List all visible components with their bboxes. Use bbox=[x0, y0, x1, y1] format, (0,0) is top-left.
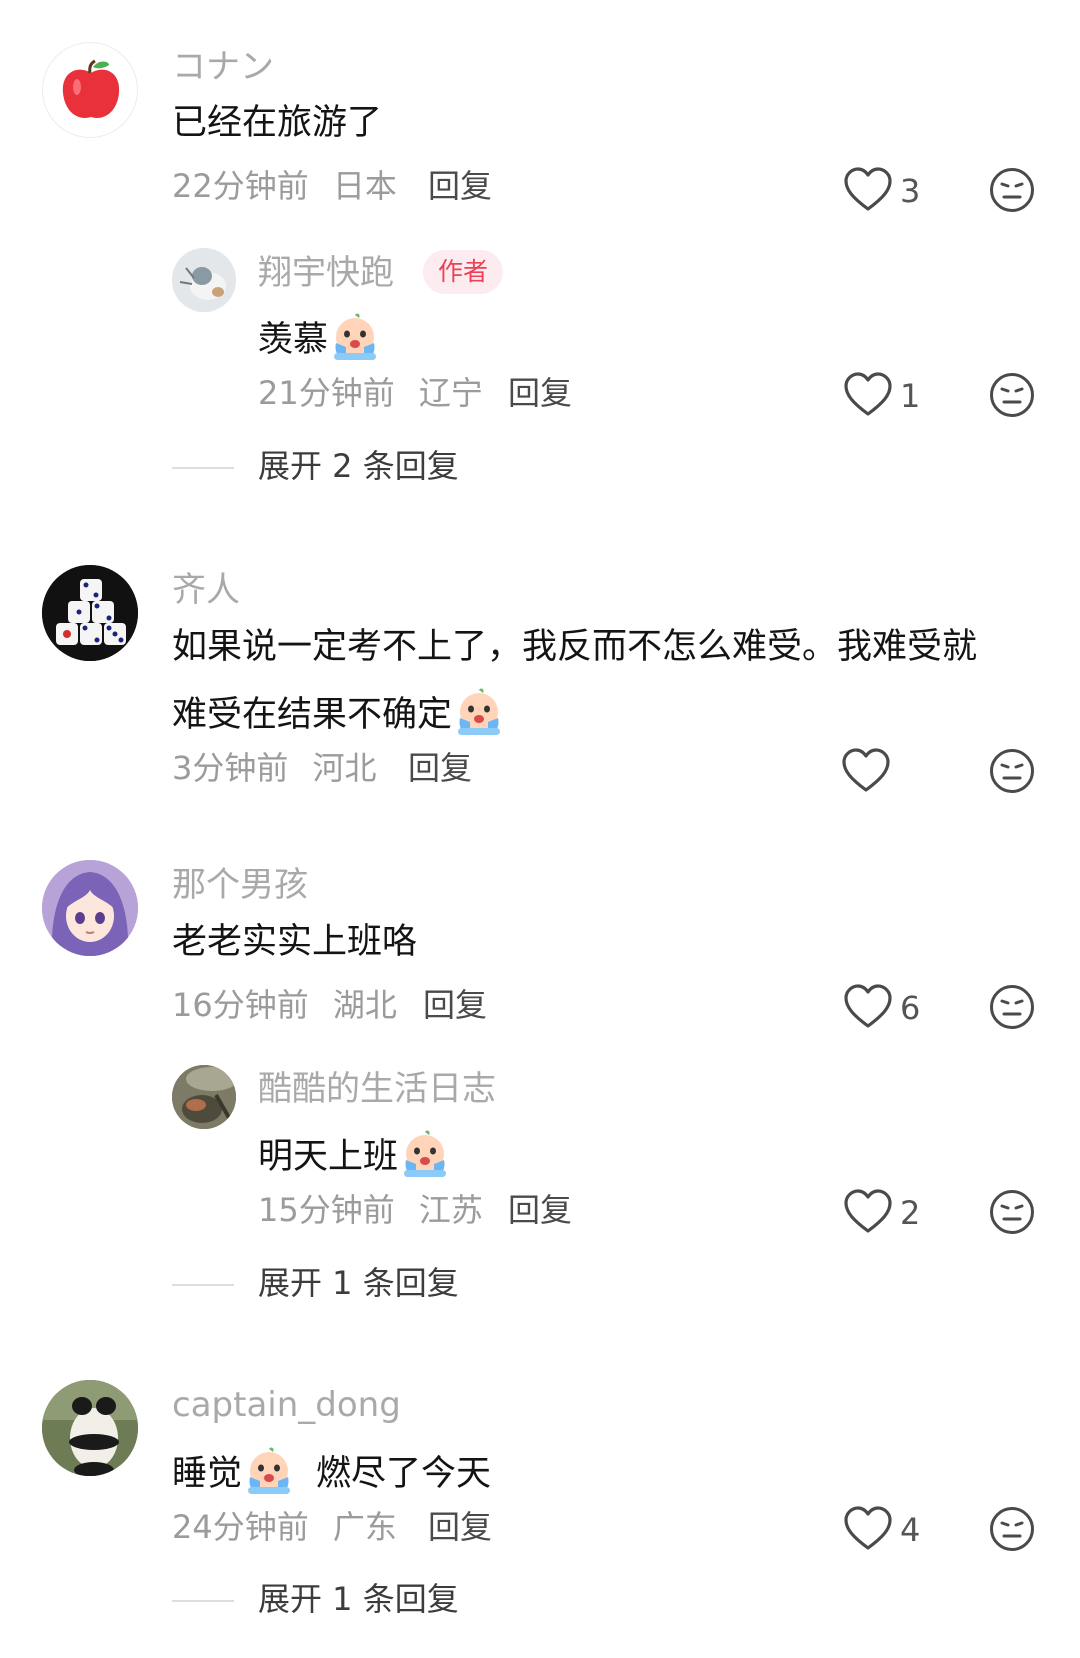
reply-text: 明天上班 bbox=[258, 1130, 450, 1178]
comment-username[interactable]: コナン bbox=[172, 50, 274, 84]
expand-replies-button[interactable]: 展开 1 条回复 bbox=[258, 1583, 459, 1615]
user-avatar[interactable] bbox=[42, 42, 138, 138]
comment-time: 22分钟前 bbox=[172, 167, 309, 205]
panda-avatar-icon bbox=[42, 1380, 138, 1476]
reply-button[interactable]: 回复 bbox=[428, 170, 492, 202]
author-tag: 作者 bbox=[423, 250, 504, 294]
comment-text: 已经在旅游了 bbox=[172, 103, 383, 143]
reply-time: 15分钟前 bbox=[258, 1191, 395, 1229]
comment-meta: 16分钟前 湖北 bbox=[172, 989, 397, 1021]
comment-text: 老老实实上班咯 bbox=[172, 922, 418, 962]
comment-text-line1: 如果说一定考不上了，我反而不怎么难受。我难受就 bbox=[172, 627, 978, 667]
like-count: 3 bbox=[900, 172, 921, 210]
neutral-face-icon[interactable] bbox=[989, 167, 1035, 213]
reply-meta: 15分钟前 江苏 bbox=[258, 1194, 483, 1226]
reply-time: 21分钟前 bbox=[258, 374, 395, 412]
comment-time: 3分钟前 bbox=[172, 749, 289, 787]
comment-meta: 3分钟前 河北 bbox=[172, 752, 377, 784]
reply-location: 辽宁 bbox=[418, 374, 483, 412]
neutral-face-icon[interactable] bbox=[989, 1189, 1035, 1235]
comment-location: 广东 bbox=[332, 1508, 397, 1546]
reply-avatar[interactable] bbox=[172, 248, 236, 312]
comment-location: 河北 bbox=[312, 749, 377, 787]
expand-divider bbox=[172, 1600, 234, 1602]
user-avatar[interactable] bbox=[42, 565, 138, 661]
comment-location: 湖北 bbox=[332, 986, 397, 1024]
reply-avatar[interactable] bbox=[172, 1065, 236, 1129]
comment-username[interactable]: 齐人 bbox=[172, 573, 240, 607]
heart-outline-icon[interactable] bbox=[843, 1189, 893, 1235]
comment-meta: 22分钟前 日本 bbox=[172, 170, 397, 202]
apple-avatar-icon bbox=[62, 59, 120, 118]
expand-replies-button[interactable]: 展开 1 条回复 bbox=[258, 1267, 459, 1299]
user-avatar[interactable] bbox=[42, 1380, 138, 1476]
comment-username[interactable]: 那个男孩 bbox=[172, 868, 308, 902]
heart-outline-icon[interactable] bbox=[843, 167, 893, 213]
like-count: 1 bbox=[900, 377, 921, 415]
comment-username[interactable]: captain_dong bbox=[172, 1388, 401, 1422]
reply-button[interactable]: 回复 bbox=[423, 989, 487, 1021]
neutral-face-icon[interactable] bbox=[989, 1506, 1035, 1552]
heart-outline-icon[interactable] bbox=[843, 1506, 893, 1552]
reply-location: 江苏 bbox=[418, 1191, 483, 1229]
comment-time: 16分钟前 bbox=[172, 986, 309, 1024]
comment-text-before: 睡觉 bbox=[172, 1454, 243, 1494]
like-count: 4 bbox=[900, 1511, 921, 1549]
comment-text: 睡觉 燃尽了今天 bbox=[172, 1447, 491, 1495]
like-count: 6 bbox=[900, 989, 921, 1027]
reply-text-content: 羡慕 bbox=[258, 320, 329, 360]
expand-divider bbox=[172, 1284, 234, 1286]
heart-outline-icon[interactable] bbox=[841, 748, 891, 794]
crying-face-emoji-icon bbox=[454, 688, 504, 736]
reply-button[interactable]: 回复 bbox=[408, 752, 472, 784]
expand-replies-button[interactable]: 展开 2 条回复 bbox=[258, 450, 459, 482]
dice-avatar-icon bbox=[42, 565, 138, 661]
neutral-face-icon[interactable] bbox=[989, 748, 1035, 794]
cat-avatar-icon bbox=[172, 248, 236, 312]
expand-divider bbox=[172, 467, 234, 469]
like-count: 2 bbox=[900, 1194, 921, 1232]
comment-text-after: 燃尽了今天 bbox=[316, 1454, 492, 1494]
reply-username[interactable]: 翔宇快跑 bbox=[258, 256, 394, 290]
reply-button[interactable]: 回复 bbox=[508, 377, 572, 409]
crying-face-emoji-icon bbox=[244, 1447, 294, 1495]
comment-text-line2: 难受在结果不确定 bbox=[172, 688, 504, 736]
reply-username[interactable]: 酷酷的生活日志 bbox=[258, 1072, 496, 1106]
reply-meta: 21分钟前 辽宁 bbox=[258, 377, 483, 409]
landscape-avatar-icon bbox=[172, 1065, 236, 1129]
comment-location: 日本 bbox=[332, 167, 397, 205]
comment-time: 24分钟前 bbox=[172, 1508, 309, 1546]
heart-outline-icon[interactable] bbox=[843, 372, 893, 418]
neutral-face-icon[interactable] bbox=[989, 984, 1035, 1030]
reply-text: 羡慕 bbox=[258, 313, 380, 361]
neutral-face-icon[interactable] bbox=[989, 372, 1035, 418]
crying-face-emoji-icon bbox=[400, 1130, 450, 1178]
comment-text-content: 难受在结果不确定 bbox=[172, 695, 453, 735]
anime-girl-avatar-icon bbox=[42, 860, 138, 956]
user-avatar[interactable] bbox=[42, 860, 138, 956]
reply-text-content: 明天上班 bbox=[258, 1137, 399, 1177]
reply-button[interactable]: 回复 bbox=[508, 1194, 572, 1226]
reply-button[interactable]: 回复 bbox=[428, 1511, 492, 1543]
crying-face-emoji-icon bbox=[330, 313, 380, 361]
heart-outline-icon[interactable] bbox=[843, 984, 893, 1030]
comment-meta: 24分钟前 广东 bbox=[172, 1511, 397, 1543]
